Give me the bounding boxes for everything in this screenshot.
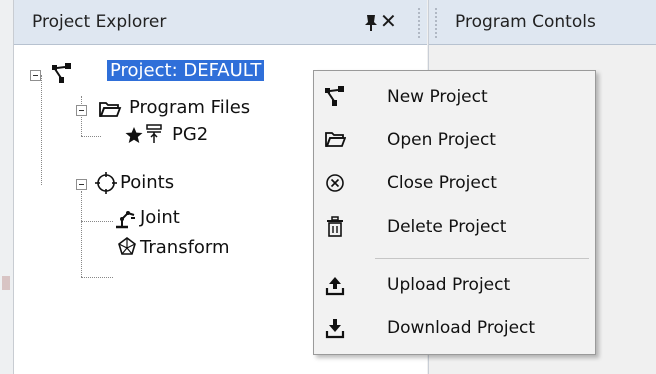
panel-grip[interactable] (435, 8, 439, 38)
collapse-toggle[interactable] (76, 105, 87, 116)
joint-icon (114, 207, 138, 235)
tree-line (81, 221, 113, 222)
trash-icon (324, 216, 346, 238)
tree-node-transform[interactable]: Transform (140, 237, 230, 258)
close-circle-icon (324, 172, 346, 194)
menu-item-download-project[interactable]: Download Project (314, 310, 595, 346)
tree-node-program-files[interactable]: Program Files (129, 97, 250, 118)
context-menu: New Project Open Project Close Project D… (313, 70, 596, 355)
robot-program-icon (145, 123, 163, 149)
folder-icon (98, 99, 122, 123)
tree-line (81, 191, 82, 277)
pin-icon[interactable] (363, 12, 379, 32)
tree-node-pg2[interactable]: PG2 (172, 124, 208, 145)
tree-node-project[interactable]: Project: DEFAULT (107, 60, 265, 81)
download-icon (324, 317, 346, 339)
menu-item-label: Upload Project (387, 275, 511, 295)
project-explorer-header: Project Explorer ✕ (14, 0, 427, 45)
crosshair-icon (94, 171, 118, 199)
collapse-toggle[interactable] (30, 70, 41, 81)
program-controls-header: Program Contols (429, 0, 656, 45)
menu-item-open-project[interactable]: Open Project (314, 122, 595, 158)
collapse-toggle[interactable] (76, 179, 87, 190)
transform-icon (116, 236, 138, 262)
menu-item-label: Delete Project (387, 217, 507, 237)
edge-mark (2, 276, 10, 290)
panel-title: Project Explorer (32, 12, 167, 32)
star-icon (124, 125, 144, 149)
panel-grip[interactable] (418, 8, 422, 38)
tree-line (81, 136, 101, 137)
tree-line (81, 96, 82, 136)
upload-icon (324, 274, 346, 296)
tree-node-points[interactable]: Points (120, 172, 174, 193)
folder-open-icon (324, 129, 347, 151)
menu-item-label: New Project (387, 87, 488, 107)
tree-node-joint[interactable]: Joint (140, 207, 180, 228)
menu-item-label: Close Project (387, 173, 497, 193)
menu-item-label: Download Project (387, 318, 536, 338)
menu-separator (375, 258, 589, 259)
menu-item-delete-project[interactable]: Delete Project (314, 209, 595, 245)
project-tree-icon (51, 63, 73, 89)
left-edge-strip (0, 0, 14, 374)
menu-item-new-project[interactable]: New Project (314, 79, 595, 115)
project-tree-icon (324, 86, 346, 108)
menu-item-upload-project[interactable]: Upload Project (314, 267, 595, 303)
tree-line (41, 75, 42, 185)
tree-line (81, 277, 113, 278)
menu-item-close-project[interactable]: Close Project (314, 165, 595, 201)
close-icon[interactable]: ✕ (380, 9, 400, 33)
menu-item-label: Open Project (387, 130, 496, 150)
panel-title: Program Contols (455, 12, 596, 32)
